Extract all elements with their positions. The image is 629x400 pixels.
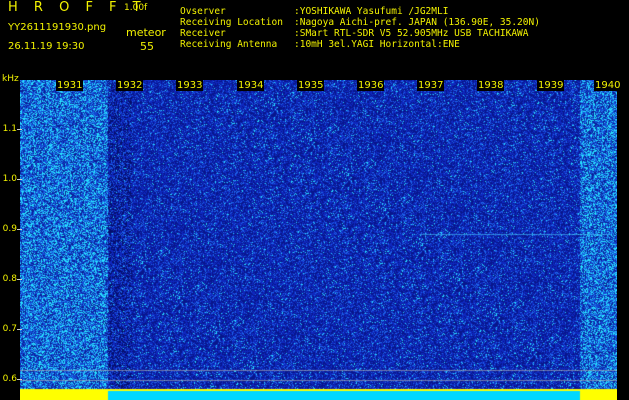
datetime: 26.11.19 19:30 (8, 41, 85, 52)
info-label: Receiving Location (180, 17, 283, 28)
spectrogram[interactable] (20, 80, 617, 400)
info-row-antenna: Receiving Antenna :10mH 3el.YAGI Horizon… (180, 39, 540, 50)
spectrogram-canvas (20, 80, 617, 400)
info-value: :10mH 3el.YAGI Horizontal:ENE (294, 39, 460, 50)
info-value: :SMart RTL-SDR V5 52.905MHz USB TACHIKAW… (294, 28, 529, 39)
info-label: Receiving Antenna (180, 39, 278, 50)
x-tick-label: 1938 (477, 80, 505, 91)
y-tick-mark (17, 329, 22, 330)
station-info: Ovserver :YOSHIKAWA Yasufumi /JG2MLI Rec… (180, 6, 540, 50)
y-tick-mark (17, 229, 22, 230)
info-row-observer: Ovserver :YOSHIKAWA Yasufumi /JG2MLI (180, 6, 540, 17)
mode-label: meteor (126, 26, 166, 39)
meteor-count: 55 (140, 40, 154, 53)
info-row-receiver: Receiver :SMart RTL-SDR V5 52.905MHz USB… (180, 28, 540, 39)
y-tick-mark (17, 179, 22, 180)
y-axis-unit: kHz (2, 74, 19, 84)
x-tick-label: 1937 (417, 80, 445, 91)
info-value: :YOSHIKAWA Yasufumi /JG2MLI (294, 6, 449, 17)
filename: YY2611191930.png (8, 22, 107, 33)
x-tick-label: 1934 (237, 80, 265, 91)
info-value: :Nagoya Aichi-pref. JAPAN (136.90E, 35.2… (294, 17, 540, 28)
y-tick-label: 0.7 (2, 324, 17, 334)
info-label: Ovserver (180, 6, 226, 17)
x-tick-label: 1933 (176, 80, 204, 91)
x-tick-label: 1940 (594, 80, 622, 91)
y-tick-mark (17, 129, 22, 130)
y-tick-mark (17, 279, 22, 280)
x-tick-label: 1931 (56, 80, 84, 91)
y-tick-label: 1.0 (2, 174, 17, 184)
x-tick-label: 1939 (537, 80, 565, 91)
app-version: 1.00f (124, 3, 148, 13)
y-tick-label: 1.1 (2, 124, 17, 134)
info-label: Receiver (180, 28, 226, 39)
y-tick-label: 0.6 (2, 374, 17, 384)
x-tick-label: 1935 (297, 80, 325, 91)
y-tick-label: 0.8 (2, 274, 17, 284)
y-tick-label: 0.9 (2, 224, 17, 234)
y-tick-mark (17, 379, 22, 380)
x-tick-label: 1932 (116, 80, 144, 91)
info-row-location: Receiving Location :Nagoya Aichi-pref. J… (180, 17, 540, 28)
x-tick-label: 1936 (357, 80, 385, 91)
